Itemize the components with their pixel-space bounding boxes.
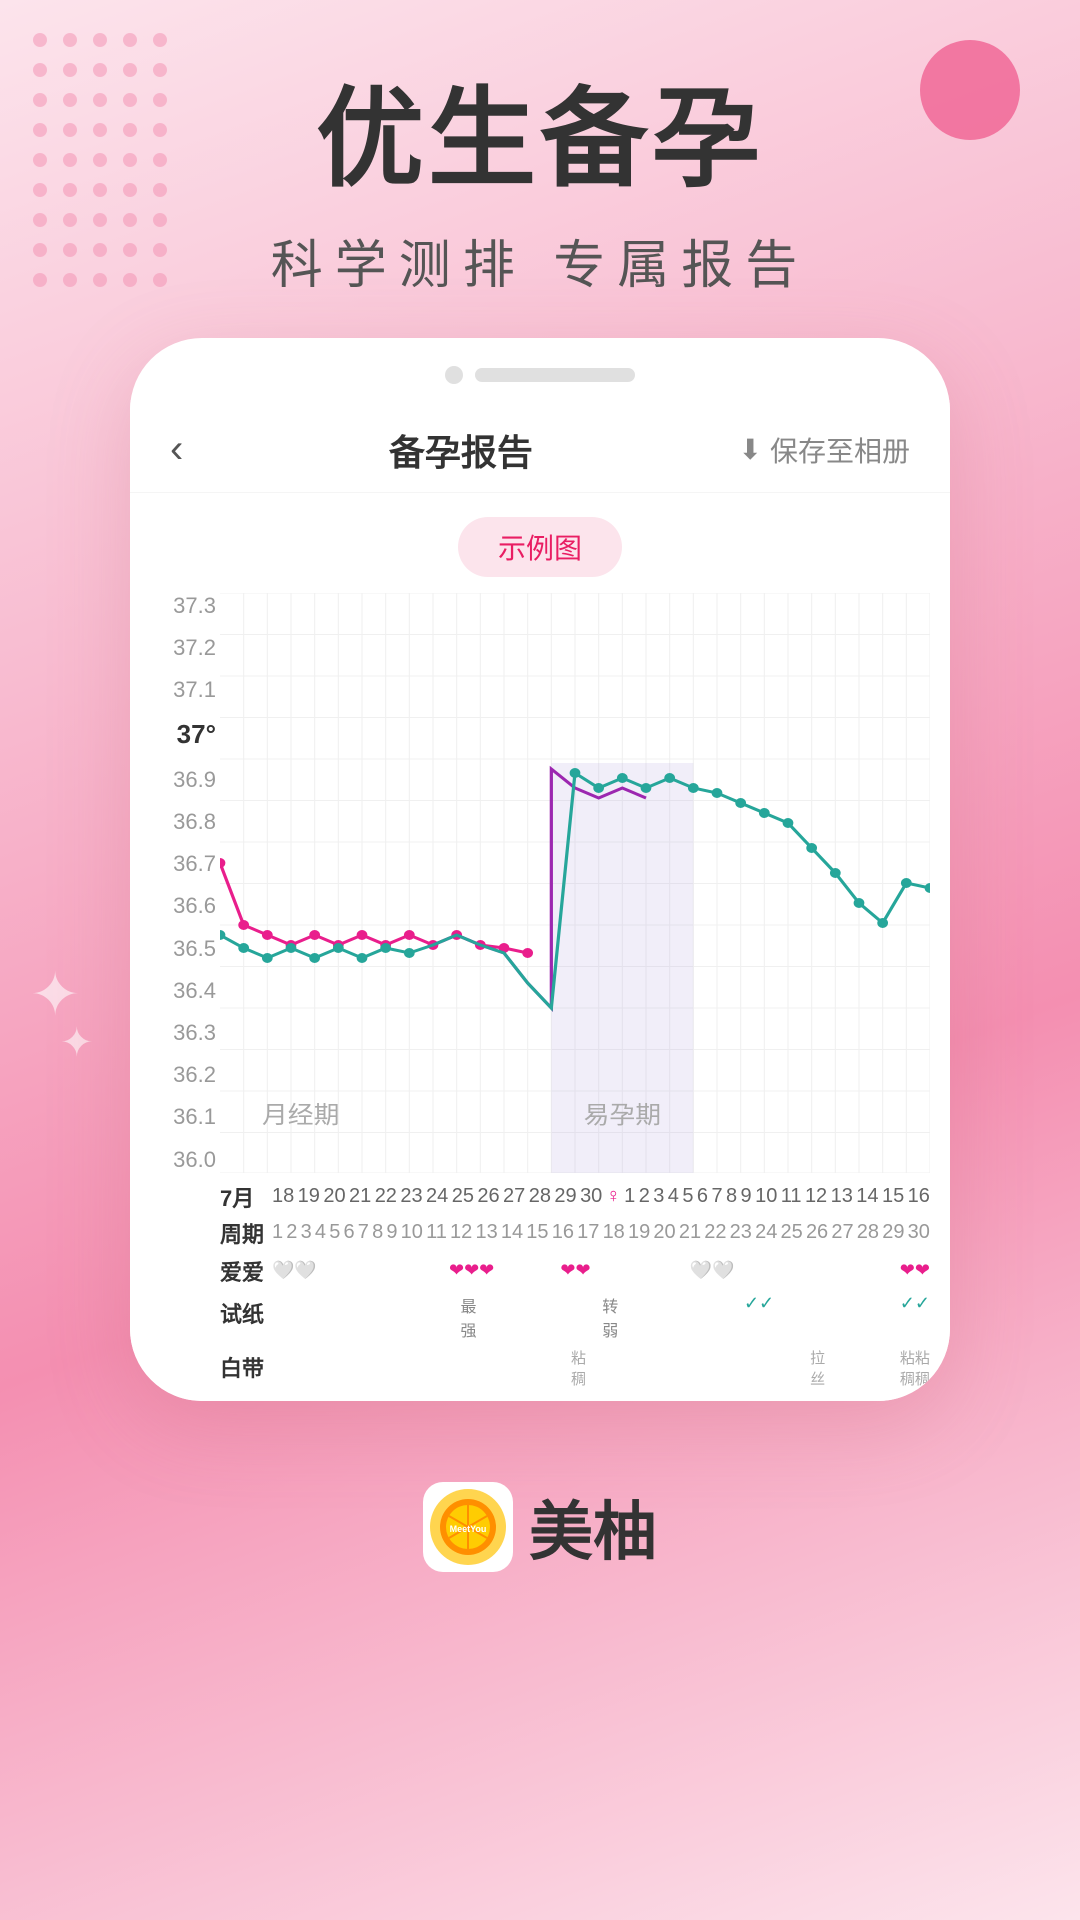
y-label-369: 36.9 (138, 767, 216, 793)
brand-name: 美柚 (529, 1481, 657, 1573)
test-data: 最强 转弱 ✓✓ ✓✓ (272, 1293, 930, 1341)
y-label-372: 37.2 (138, 635, 216, 661)
app-logo: MeetYou (423, 1482, 513, 1572)
svg-text:月经期: 月经期 (262, 1102, 339, 1129)
phone-mockup: ‹ 备孕报告 ⬇ 保存至相册 示例图 37.3 37.2 37.1 37° (130, 338, 950, 1401)
week-row-container: 周期 1234567891011121314151617181920212223… (130, 1213, 950, 1249)
example-badge-container: 示例图 (130, 517, 950, 577)
date-numbers: 18192021222324252627282930♀1234567891011… (272, 1185, 930, 1208)
y-label-368: 36.8 (138, 809, 216, 835)
y-label-363: 36.3 (138, 1020, 216, 1046)
y-label-364: 36.4 (138, 978, 216, 1004)
discharge-row: 白带 粘稠 拉丝 粘粘稠稠 (130, 1341, 950, 1401)
app-title: 备孕报告 (389, 424, 533, 476)
phone-notch (130, 366, 950, 384)
example-badge: 示例图 (458, 517, 622, 577)
y-label-373: 37.3 (138, 593, 216, 619)
app-header: ‹ 备孕报告 ⬇ 保存至相册 (130, 400, 950, 493)
hero-subtitle: 科学测排 专属报告 (0, 223, 1080, 298)
notch-camera (445, 366, 463, 384)
date-row-container: 7月 18192021222324252627282930♀1234567891… (130, 1173, 950, 1213)
discharge-data: 粘稠 拉丝 粘粘稠稠 (272, 1347, 930, 1389)
love-data: 🤍🤍 ❤❤❤ ❤❤ 🤍🤍 ❤❤ (272, 1260, 930, 1281)
y-label-366: 36.6 (138, 893, 216, 919)
y-label-367: 36.7 (138, 851, 216, 877)
app-screen: ‹ 备孕报告 ⬇ 保存至相册 示例图 37.3 37.2 37.1 37° (130, 400, 950, 1401)
y-label-365: 36.5 (138, 936, 216, 962)
notch-bar (475, 368, 635, 382)
y-label-362: 36.2 (138, 1062, 216, 1088)
discharge-label: 白带 (220, 1347, 272, 1383)
y-axis: 37.3 37.2 37.1 37° 36.9 36.8 36.7 36.6 3… (138, 593, 216, 1173)
month-label: 7月 (220, 1181, 272, 1213)
hero-title: 优生备孕 (0, 80, 1080, 199)
love-label: 爱爱 (220, 1255, 272, 1287)
back-button[interactable]: ‹ (170, 427, 183, 472)
test-label: 试纸 (220, 1293, 272, 1329)
save-button[interactable]: ⬇ 保存至相册 (739, 430, 910, 470)
save-label: 保存至相册 (770, 430, 910, 470)
chart-container: 37.3 37.2 37.1 37° 36.9 36.8 36.7 36.6 3… (130, 593, 950, 1173)
week-row-label: 周期 (220, 1217, 272, 1249)
y-label-371: 37.1 (138, 677, 216, 703)
y-label-360: 36.0 (138, 1147, 216, 1173)
svg-text:易孕期: 易孕期 (584, 1102, 661, 1129)
temperature-chart: 月经期 易孕期 (220, 593, 930, 1173)
branding-section: MeetYou 美柚 (0, 1441, 1080, 1633)
save-icon: ⬇ (739, 433, 762, 466)
love-row: 爱爱 🤍🤍 ❤❤❤ ❤❤ 🤍🤍 (130, 1249, 950, 1287)
y-label-361: 36.1 (138, 1104, 216, 1130)
y-label-37: 37° (138, 719, 216, 750)
hero-section: 优生备孕 科学测排 专属报告 (0, 0, 1080, 338)
week-numbers: 1234567891011121314151617181920212223242… (272, 1221, 930, 1244)
test-row: 试纸 最强 转弱 ✓✓ ✓✓ (130, 1287, 950, 1341)
svg-text:MeetYou: MeetYou (450, 1524, 487, 1534)
